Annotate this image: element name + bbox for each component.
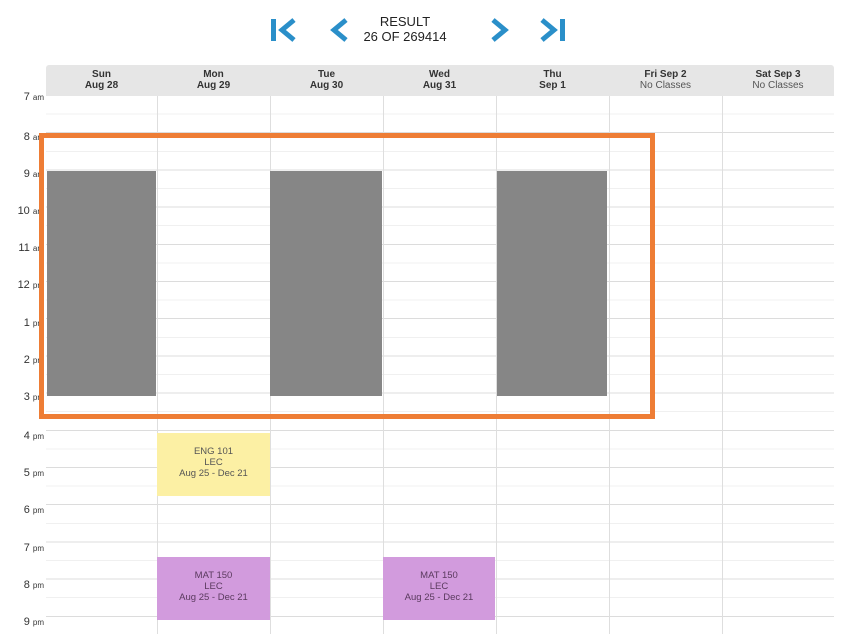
time-label: 6 pm xyxy=(23,504,44,516)
time-label: 5 pm xyxy=(23,467,44,479)
time-label: 1 pm xyxy=(23,317,44,329)
first-result-button[interactable] xyxy=(265,12,301,48)
chevron-left-icon xyxy=(330,18,348,42)
chevron-right-icon xyxy=(491,18,509,42)
event-mat-150-mon[interactable]: MAT 150 LEC Aug 25 - Dec 21 xyxy=(157,557,270,620)
time-label: 8 am xyxy=(23,131,44,143)
time-label: 4 pm xyxy=(23,430,44,442)
day-header-wed: Wed Aug 31 xyxy=(383,65,496,96)
result-title: RESULT xyxy=(379,14,431,29)
time-label: 8 pm xyxy=(23,579,44,591)
day-header-mon: Mon Aug 29 xyxy=(157,65,270,96)
highlight-box xyxy=(39,133,655,419)
event-mat-150-wed[interactable]: MAT 150 LEC Aug 25 - Dec 21 xyxy=(383,557,495,620)
day-header-sun: Sun Aug 28 xyxy=(46,65,157,96)
time-label: 7 pm xyxy=(23,542,44,554)
time-label: 2 pm xyxy=(23,354,44,366)
last-result-button[interactable] xyxy=(535,12,571,48)
day-header-fri: Fri Sep 2 No Classes xyxy=(609,65,722,96)
time-label: 11 am xyxy=(18,242,44,254)
result-count: 26 OF 269414 xyxy=(363,29,447,44)
result-counter: RESULT 26 OF 269414 xyxy=(360,14,450,44)
event-eng-101-mon[interactable]: ENG 101 LEC Aug 25 - Dec 21 xyxy=(157,433,270,496)
day-header-thu: Thu Sep 1 xyxy=(496,65,609,96)
time-label: 9 am xyxy=(23,168,44,180)
column-divider xyxy=(722,96,723,634)
time-label: 7 am xyxy=(23,91,44,103)
last-page-icon xyxy=(540,18,565,42)
time-label: 12 pm xyxy=(17,279,44,291)
day-header-tue: Tue Aug 30 xyxy=(270,65,383,96)
time-label: 3 pm xyxy=(23,391,44,403)
next-result-button[interactable] xyxy=(481,12,517,48)
day-header-sat: Sat Sep 3 No Classes xyxy=(722,65,834,96)
time-label: 9 pm xyxy=(23,616,44,628)
first-page-icon xyxy=(271,18,296,42)
time-label: 10 am xyxy=(17,205,44,217)
previous-result-button[interactable] xyxy=(322,12,358,48)
